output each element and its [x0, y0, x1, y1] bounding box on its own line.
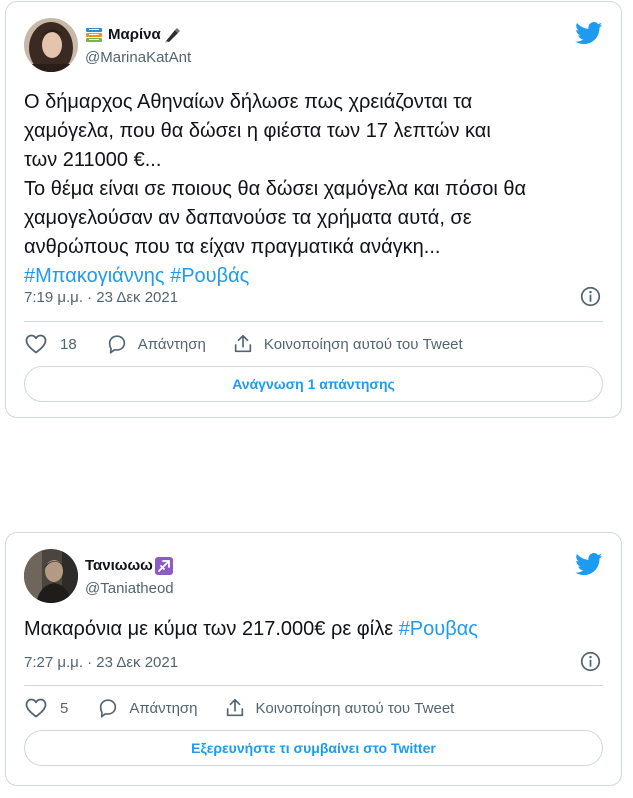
share-icon	[226, 698, 243, 717]
hashtag-link[interactable]: #Μπακογιάννης	[24, 265, 165, 287]
display-name[interactable]: Τανιωωω	[85, 556, 174, 576]
share-label: Κοινοποίηση αυτού του Tweet	[255, 699, 455, 717]
tweet-text-line: Το θέμα είναι σε ποιους θα δώσει χαμόγελ…	[24, 178, 527, 200]
reply-button[interactable]: Απάντηση	[97, 697, 198, 719]
heart-icon	[25, 334, 47, 354]
sagittarius-emoji-icon	[154, 556, 173, 575]
user-handle[interactable]: @Taniatheod	[85, 580, 174, 597]
tweet-text: Μακαρόνια με κύμα των 217.000€ ρε φίλε #…	[24, 615, 603, 644]
like-count: 5	[60, 699, 69, 717]
display-name[interactable]: Μαρίνα	[85, 25, 191, 45]
share-label: Κοινοποίηση αυτού του Tweet	[263, 335, 463, 353]
tweet-header: Τανιωωω @Taniatheod	[24, 549, 174, 603]
tweet-header: Μαρίνα @MarinaKatAnt	[24, 18, 191, 72]
display-name-text: Μαρίνα	[108, 26, 161, 43]
tweet-text-line: Ο δήμαρχος Αθηναίων δήλωσε πως χρειάζοντ…	[24, 91, 473, 113]
share-button[interactable]: Κοινοποίηση αυτού του Tweet	[232, 333, 463, 355]
info-icon[interactable]	[580, 286, 601, 307]
tweet-actions: 18 Απάντηση Κοινοποίηση αυτού του Tweet	[24, 332, 463, 356]
share-icon	[234, 334, 252, 353]
twitter-bird-icon[interactable]	[575, 22, 603, 45]
like-button[interactable]: 5	[24, 696, 68, 720]
avatar[interactable]	[24, 18, 78, 72]
tweet-text-line: ανθρώπους που τα είχαν πραγματικά ανάγκη…	[24, 236, 441, 258]
books-emoji-icon	[85, 27, 103, 43]
reply-bubble-icon	[100, 699, 117, 718]
explore-twitter-button[interactable]: Εξερευνήστε τι συμβαίνει στο Twitter	[24, 730, 603, 766]
tweet-timestamp[interactable]: 7:19 μ.μ. · 23 Δεκ 2021	[24, 289, 178, 306]
tweet-card[interactable]: Τανιωωω @Taniatheod Μακαρόνια με κύμα τω…	[5, 532, 622, 786]
reply-button[interactable]: Απάντηση	[106, 333, 206, 355]
share-button[interactable]: Κοινοποίηση αυτού του Tweet	[224, 697, 455, 719]
divider	[24, 321, 603, 322]
hashtag-link[interactable]: #Ρουβάς	[170, 265, 249, 287]
tweet-text-line: χαμογελούσαν αν δαπανούσε τα χρήματα αυτ…	[24, 207, 472, 229]
pen-emoji-icon	[163, 26, 181, 44]
hashtag-link[interactable]: #Ρουβας	[399, 618, 478, 640]
reply-bubble-icon	[108, 335, 125, 354]
user-handle[interactable]: @MarinaKatAnt	[85, 49, 191, 66]
tweet-card[interactable]: Μαρίνα @MarinaKatAnt Ο δήμαρχος Αθηναίων…	[5, 1, 622, 418]
avatar[interactable]	[24, 549, 78, 603]
tweet-timestamp[interactable]: 7:27 μ.μ. · 23 Δεκ 2021	[24, 654, 178, 671]
twitter-bird-icon[interactable]	[575, 553, 603, 576]
like-button[interactable]: 18	[24, 332, 77, 356]
like-count: 18	[60, 335, 77, 353]
heart-icon	[25, 698, 47, 718]
read-replies-button[interactable]: Ανάγνωση 1 απάντησης	[24, 366, 603, 402]
divider	[24, 685, 603, 686]
info-icon[interactable]	[580, 651, 601, 672]
tweet-actions: 5 Απάντηση Κοινοποίηση αυτού του Tweet	[24, 696, 454, 720]
display-name-text: Τανιωωω	[85, 557, 153, 574]
reply-label: Απάντηση	[137, 335, 206, 353]
reply-label: Απάντηση	[129, 699, 198, 717]
tweet-text-line: χαμόγελα, που θα δώσει η φιέστα των 17 λ…	[24, 120, 491, 142]
tweet-text: Ο δήμαρχος Αθηναίων δήλωσε πως χρειάζοντ…	[24, 88, 603, 291]
tweet-text-line: των 211000 €...	[24, 149, 162, 171]
tweet-text-line: Μακαρόνια με κύμα των 217.000€ ρε φίλε	[24, 618, 399, 640]
